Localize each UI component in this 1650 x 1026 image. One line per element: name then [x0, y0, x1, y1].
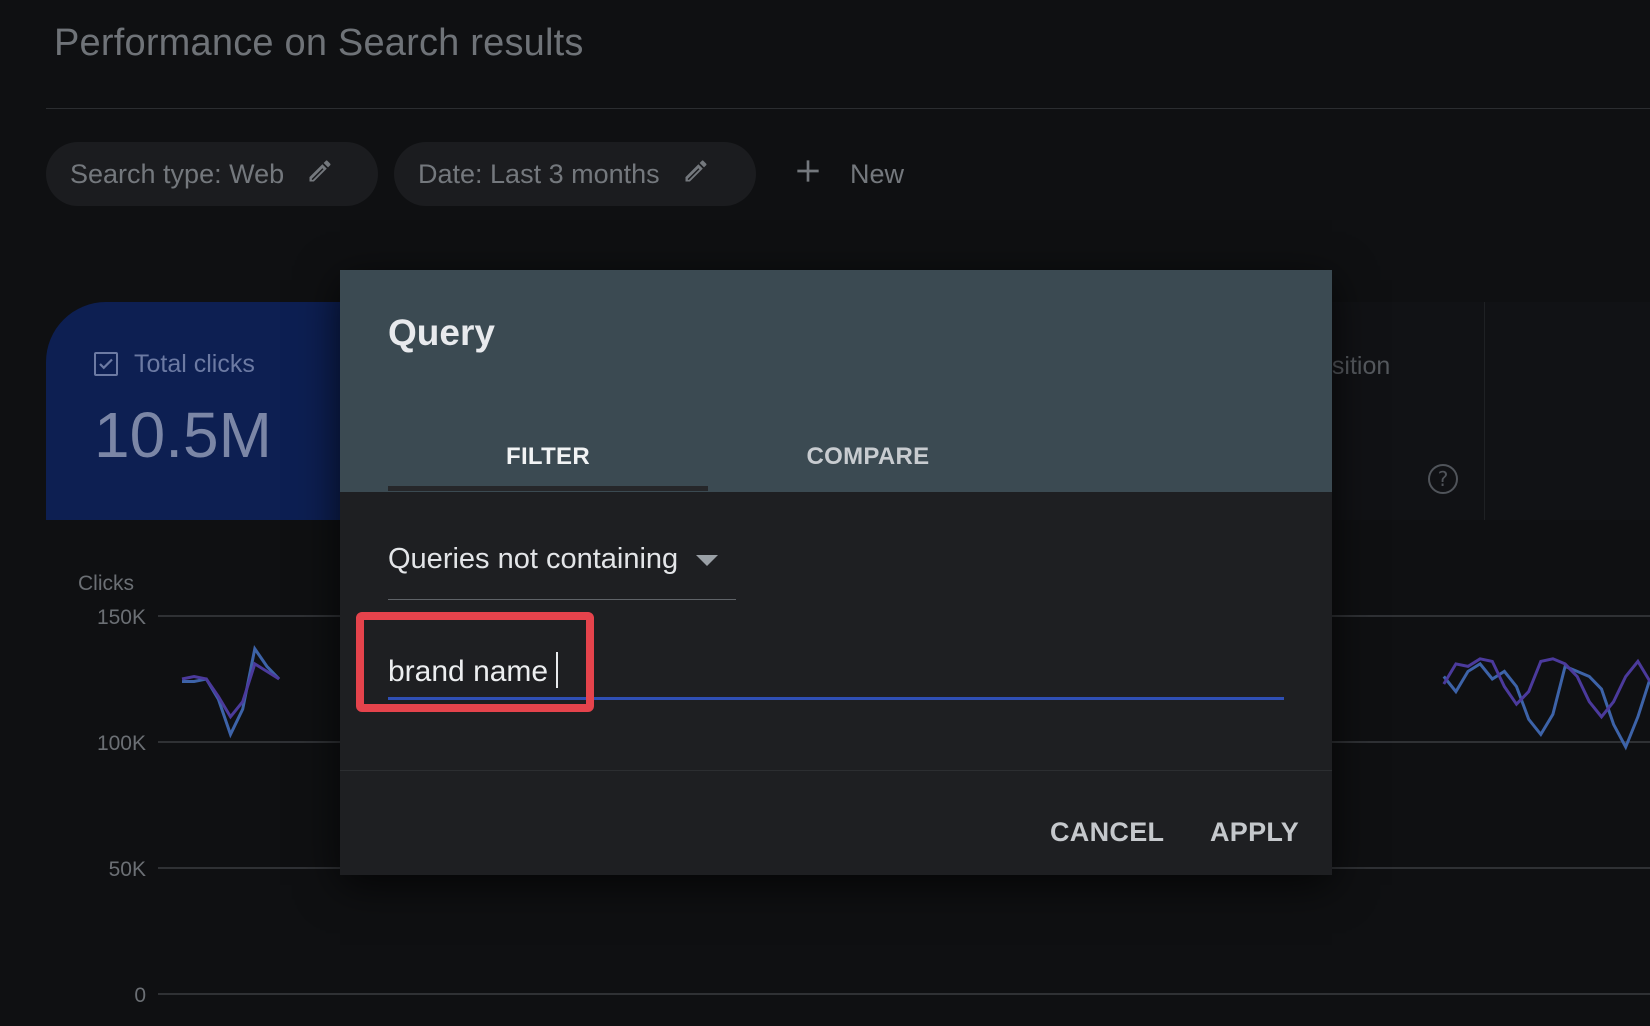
text-caret: [556, 652, 558, 688]
edit-pencil-icon: [682, 157, 710, 192]
title-divider: [46, 108, 1650, 109]
total-clicks-label: Total clicks: [134, 350, 255, 378]
cancel-button[interactable]: CANCEL: [1050, 806, 1164, 858]
search-type-filter-label: Search type: Web: [70, 158, 285, 189]
dialog-title: Query: [388, 312, 495, 353]
date-filter-label: Date: Last 3 months: [418, 158, 660, 189]
y-tick-label: 50K: [109, 858, 146, 881]
total-clicks-checkbox[interactable]: [94, 352, 118, 376]
query-text-input[interactable]: [388, 646, 1284, 700]
tab-compare[interactable]: COMPARE: [708, 422, 1028, 492]
average-position-card[interactable]: [1312, 302, 1485, 520]
date-filter-chip[interactable]: Date: Last 3 months: [394, 142, 756, 206]
dropdown-arrow-icon: [696, 555, 719, 566]
next-metric-card[interactable]: [1485, 302, 1650, 520]
y-tick-label: 0: [134, 984, 146, 1007]
query-operator-select[interactable]: Queries not containing: [388, 520, 736, 600]
new-filter-button[interactable]: New: [792, 142, 904, 206]
new-filter-label: New: [850, 158, 905, 189]
search-type-filter-chip[interactable]: Search type: Web: [46, 142, 378, 206]
y-tick-label: 150K: [97, 606, 146, 629]
query-filter-dialog: Query FILTER COMPARE Queries not contain…: [340, 270, 1332, 875]
y-tick-label: 100K: [97, 732, 146, 755]
query-operator-value: Queries not containing: [388, 543, 679, 575]
help-icon[interactable]: ?: [1428, 464, 1458, 494]
page-title: Performance on Search results: [54, 22, 584, 64]
dialog-footer-divider: [340, 770, 1332, 771]
total-clicks-value: 10.5M: [94, 399, 272, 471]
edit-pencil-icon: [306, 157, 334, 192]
checkmark-icon: [99, 358, 113, 370]
dialog-header: Query FILTER COMPARE: [340, 270, 1332, 492]
active-tab-indicator: [388, 486, 708, 491]
plus-icon: [792, 155, 824, 194]
tab-filter[interactable]: FILTER: [388, 422, 708, 492]
apply-button[interactable]: APPLY: [1210, 806, 1299, 858]
y-axis-label: Clicks: [78, 572, 134, 595]
